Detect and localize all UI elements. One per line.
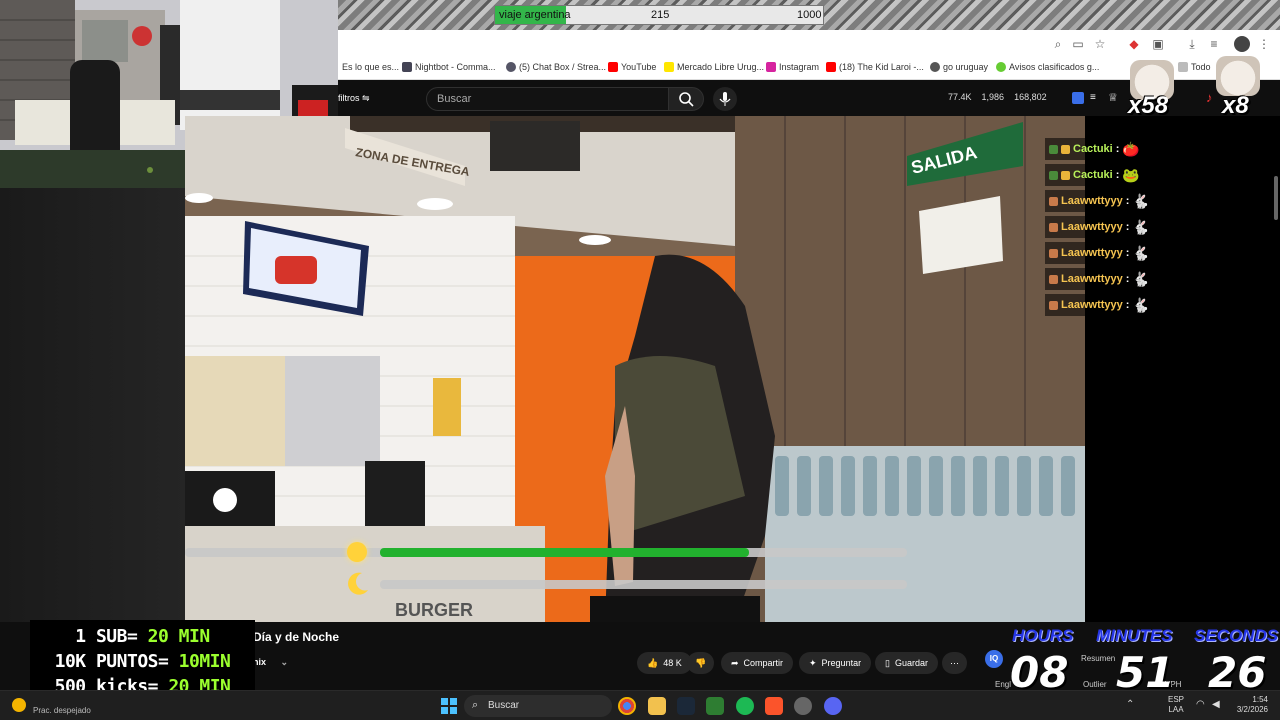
goal-label: viaje argentina bbox=[499, 9, 571, 21]
chrome-menu-icon[interactable]: ⋮ bbox=[1256, 36, 1272, 52]
extension-icon[interactable]: ◆ bbox=[1126, 36, 1142, 52]
clock[interactable]: 1:54 3/2/2026 bbox=[1232, 695, 1268, 715]
list-icon[interactable]: ≡ bbox=[1090, 92, 1096, 103]
volume-icon[interactable]: ◀ bbox=[1212, 699, 1220, 710]
bookmark-item[interactable]: Es lo que es... bbox=[342, 62, 399, 72]
tray-chevron-icon[interactable]: ⌃ bbox=[1126, 699, 1134, 710]
emote-counter: x8 bbox=[1222, 92, 1249, 119]
bookmark-star-icon[interactable]: ☆ bbox=[1092, 36, 1108, 52]
day-progress-fill bbox=[380, 548, 749, 557]
taskbar-search[interactable]: ⌕ Buscar bbox=[464, 695, 612, 717]
emote-counter: x58 bbox=[1128, 92, 1169, 119]
stream-video[interactable]: ZONA DE ENTREGA SALIDA BURGER bbox=[185, 116, 1085, 622]
engl-label: Engl bbox=[995, 680, 1012, 689]
search-input[interactable]: Buscar bbox=[426, 87, 670, 111]
chat-message: Cactuki: 🍅 bbox=[1045, 138, 1144, 160]
extension-badge-icon[interactable] bbox=[1072, 92, 1084, 104]
thumbs-down-icon: 👎 bbox=[695, 657, 707, 668]
reward-points: 10K PUNTOS= 10MIN bbox=[54, 651, 231, 672]
bookmark-item[interactable]: go uruguay bbox=[930, 62, 988, 72]
outlier-label: Outlier bbox=[1083, 680, 1107, 689]
bookmark-item[interactable]: Instagram bbox=[766, 62, 819, 72]
goal-target: 1000 bbox=[797, 9, 822, 21]
chrome-taskbar-icon[interactable] bbox=[618, 697, 636, 715]
channel-stats: 77.4K 1,986 168,802 bbox=[948, 92, 1047, 102]
stat-subs: 168,802 bbox=[1014, 92, 1047, 102]
sun-icon bbox=[347, 542, 367, 562]
settings-icon[interactable] bbox=[794, 697, 812, 715]
search-button[interactable] bbox=[668, 87, 704, 111]
summary-tab[interactable]: Resumen bbox=[1081, 654, 1115, 663]
more-icon: ⋯ bbox=[950, 657, 959, 668]
bookmark-folder[interactable]: Todo bbox=[1178, 62, 1211, 72]
windows-start-icon[interactable] bbox=[440, 697, 458, 715]
discord-icon[interactable] bbox=[824, 697, 842, 715]
ask-button[interactable]: ✦ Preguntar bbox=[799, 652, 872, 674]
bookmark-item[interactable]: Nightbot - Comma... bbox=[402, 62, 496, 72]
brave-icon[interactable] bbox=[765, 697, 783, 715]
profile-avatar[interactable] bbox=[1234, 36, 1250, 52]
search-icon: ⌕ bbox=[472, 699, 479, 711]
burger-wall-text: BURGER bbox=[395, 600, 473, 620]
filters-button[interactable]: filtros ⇋ bbox=[338, 93, 370, 104]
search-icon bbox=[679, 92, 694, 107]
file-explorer-icon[interactable] bbox=[648, 697, 666, 715]
reward-sub: 1 SUB= 20 MIN bbox=[75, 626, 210, 647]
wifi-icon[interactable]: ◠ bbox=[1196, 699, 1205, 710]
timer-hours-label: HOURS bbox=[1012, 626, 1074, 645]
bookmark-item[interactable]: Avisos clasificados g... bbox=[996, 62, 1099, 72]
stat-likes: 1,986 bbox=[981, 92, 1005, 102]
dislike-button[interactable]: 👎 bbox=[687, 652, 715, 674]
language-indicator[interactable]: ESP LAA bbox=[1168, 695, 1184, 715]
like-button[interactable]: 👍 48 K bbox=[637, 652, 692, 674]
bookmark-item[interactable]: (18) The Kid Laroi -... bbox=[826, 62, 924, 72]
steam-icon[interactable] bbox=[677, 697, 695, 715]
spotify-icon[interactable] bbox=[736, 697, 754, 715]
goal-current: 215 bbox=[651, 9, 670, 21]
bookmark-item[interactable]: YouTube bbox=[608, 62, 656, 72]
weather-text[interactable]: Prac. despejado bbox=[33, 706, 91, 715]
chat-messages: Cactuki: 🍅 Cactuki: 🐸 Laawwttyyy: 🐇 Laawwtt… bbox=[1045, 116, 1280, 376]
bookmark-item[interactable]: (5) Chat Box / Strea... bbox=[506, 62, 606, 72]
donation-goal-bar: viaje argentina 215 1000 bbox=[494, 5, 824, 25]
windows-taskbar: Prac. despejado ⌕ Buscar ⌃ ESP LAA ◠ ◀ 1:… bbox=[0, 690, 1280, 720]
mic-icon bbox=[719, 92, 731, 106]
notifications-icon[interactable]: ♪ bbox=[1206, 90, 1213, 105]
share-button[interactable]: ➦ Compartir bbox=[721, 652, 794, 674]
chat-message: Laawwttyyy: 🐇 bbox=[1045, 242, 1154, 264]
save-button[interactable]: ▯ Guardar bbox=[875, 652, 938, 674]
iq-badge[interactable]: IQ bbox=[985, 650, 1003, 668]
video-title: Día y de Noche bbox=[253, 630, 340, 644]
timer-minutes-label: MINUTES bbox=[1096, 626, 1173, 645]
left-background-panel bbox=[0, 188, 185, 622]
weather-icon[interactable] bbox=[12, 698, 26, 712]
cast-icon[interactable]: ▭ bbox=[1070, 36, 1086, 52]
chat-message: Laawwttyyy: 🐇 bbox=[1045, 190, 1154, 212]
channel-name[interactable]: nix ⌄ bbox=[253, 657, 288, 668]
night-track bbox=[380, 580, 907, 589]
bookmark-item[interactable]: Mercado Libre Urug... bbox=[664, 62, 764, 72]
chat-message: Laawwttyyy: 🐇 bbox=[1045, 268, 1154, 290]
moon-icon bbox=[345, 570, 371, 596]
mic-button[interactable] bbox=[713, 87, 737, 111]
more-button[interactable]: ⋯ bbox=[942, 652, 967, 674]
timer-seconds-label: SECONDS bbox=[1194, 626, 1279, 645]
minecraft-icon[interactable] bbox=[706, 697, 724, 715]
chat-message: Laawwttyyy: 🐇 bbox=[1045, 216, 1154, 238]
cat-emote bbox=[1216, 56, 1260, 96]
media-icon[interactable]: ≡ bbox=[1206, 36, 1222, 52]
share-icon: ➦ bbox=[731, 657, 739, 668]
chat-message: Laawwttyyy: 🐇 bbox=[1045, 294, 1154, 316]
browser-address-bar[interactable]: ⌕ ▭ ☆ ◆ ▣ ⤓ ≡ ⋮ bbox=[338, 30, 1280, 58]
video-scene-image: ZONA DE ENTREGA SALIDA BURGER bbox=[185, 116, 1085, 622]
zoom-icon[interactable]: ⌕ bbox=[1050, 36, 1066, 52]
chat-message: Cactuki: 🐸 bbox=[1045, 164, 1144, 186]
sparkle-icon: ✦ bbox=[809, 657, 817, 668]
extensions-puzzle-icon[interactable]: ▣ bbox=[1150, 36, 1166, 52]
bookmark-icon: ▯ bbox=[885, 657, 890, 668]
download-icon[interactable]: ⤓ bbox=[1184, 36, 1200, 52]
thumbs-up-icon: 👍 bbox=[647, 657, 659, 668]
trophy-icon[interactable]: ♕ bbox=[1108, 91, 1118, 104]
stat-views: 77.4K bbox=[948, 92, 972, 102]
